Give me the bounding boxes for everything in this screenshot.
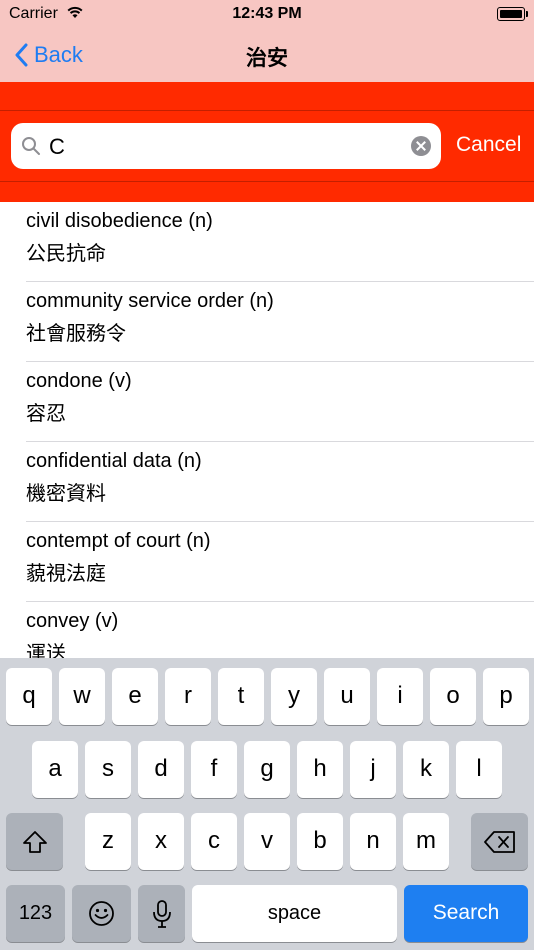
backspace-icon <box>484 831 515 853</box>
term-english: community service order (n) <box>26 290 274 312</box>
key-z[interactable]: z <box>85 813 131 870</box>
search-icon <box>21 136 41 161</box>
key-m[interactable]: m <box>403 813 449 870</box>
key-s[interactable]: s <box>85 741 131 798</box>
results-list[interactable]: civil disobedience (n) 公民抗命 community se… <box>0 202 534 658</box>
cancel-button[interactable]: Cancel <box>456 133 521 157</box>
microphone-icon <box>153 900 171 928</box>
shift-icon <box>23 831 47 853</box>
key-p[interactable]: p <box>483 668 529 725</box>
key-w[interactable]: w <box>59 668 105 725</box>
key-r[interactable]: r <box>165 668 211 725</box>
key-a[interactable]: a <box>32 741 78 798</box>
shift-key[interactable] <box>6 813 63 870</box>
key-b[interactable]: b <box>297 813 343 870</box>
key-f[interactable]: f <box>191 741 237 798</box>
key-n[interactable]: n <box>350 813 396 870</box>
key-u[interactable]: u <box>324 668 370 725</box>
clear-icon[interactable] <box>411 136 431 156</box>
key-d[interactable]: d <box>138 741 184 798</box>
key-i[interactable]: i <box>377 668 423 725</box>
search-key[interactable]: Search <box>404 885 528 942</box>
key-x[interactable]: x <box>138 813 184 870</box>
dictation-key[interactable] <box>138 885 185 942</box>
keyboard: q w e r t y u i o p a s d f g h j k l z … <box>0 658 534 950</box>
key-v[interactable]: v <box>244 813 290 870</box>
term-english: convey (v) <box>26 610 119 632</box>
key-e[interactable]: e <box>112 668 158 725</box>
list-item[interactable]: convey (v) 運送 <box>0 602 534 658</box>
list-item[interactable]: contempt of court (n) 藐視法庭 <box>0 522 534 602</box>
status-bar: Carrier 12:43 PM <box>0 0 534 30</box>
key-t[interactable]: t <box>218 668 264 725</box>
list-item[interactable]: civil disobedience (n) 公民抗命 <box>0 202 534 282</box>
term-english: contempt of court (n) <box>26 530 211 552</box>
key-c[interactable]: c <box>191 813 237 870</box>
navigation-bar: Back 治安 <box>0 30 534 82</box>
list-item[interactable]: condone (v) 容忍 <box>0 362 534 442</box>
emoji-key[interactable] <box>72 885 131 942</box>
term-chinese: 藐視法庭 <box>26 563 106 585</box>
key-g[interactable]: g <box>244 741 290 798</box>
term-chinese: 容忍 <box>26 403 66 425</box>
numbers-key[interactable]: 123 <box>6 885 65 942</box>
space-key[interactable]: space <box>192 885 397 942</box>
term-chinese: 社會服務令 <box>26 323 126 345</box>
term-english: confidential data (n) <box>26 450 202 472</box>
divider <box>0 110 534 111</box>
key-h[interactable]: h <box>297 741 343 798</box>
term-english: civil disobedience (n) <box>26 210 213 232</box>
divider <box>0 181 534 182</box>
key-l[interactable]: l <box>456 741 502 798</box>
page-title: 治安 <box>246 47 288 70</box>
list-item[interactable]: confidential data (n) 機密資料 <box>0 442 534 522</box>
search-bar-container: C Cancel <box>0 82 534 202</box>
search-input[interactable]: C <box>11 123 441 169</box>
key-o[interactable]: o <box>430 668 476 725</box>
clock: 12:43 PM <box>232 5 302 22</box>
key-q[interactable]: q <box>6 668 52 725</box>
term-chinese: 公民抗命 <box>26 243 106 265</box>
key-k[interactable]: k <box>403 741 449 798</box>
backspace-key[interactable] <box>471 813 528 870</box>
term-chinese: 機密資料 <box>26 483 106 505</box>
emoji-icon <box>89 901 114 926</box>
key-y[interactable]: y <box>271 668 317 725</box>
list-item[interactable]: community service order (n) 社會服務令 <box>0 282 534 362</box>
battery-icon <box>497 7 528 21</box>
term-chinese: 運送 <box>26 643 66 658</box>
key-j[interactable]: j <box>350 741 396 798</box>
search-query: C <box>49 134 65 159</box>
term-english: condone (v) <box>26 370 132 392</box>
